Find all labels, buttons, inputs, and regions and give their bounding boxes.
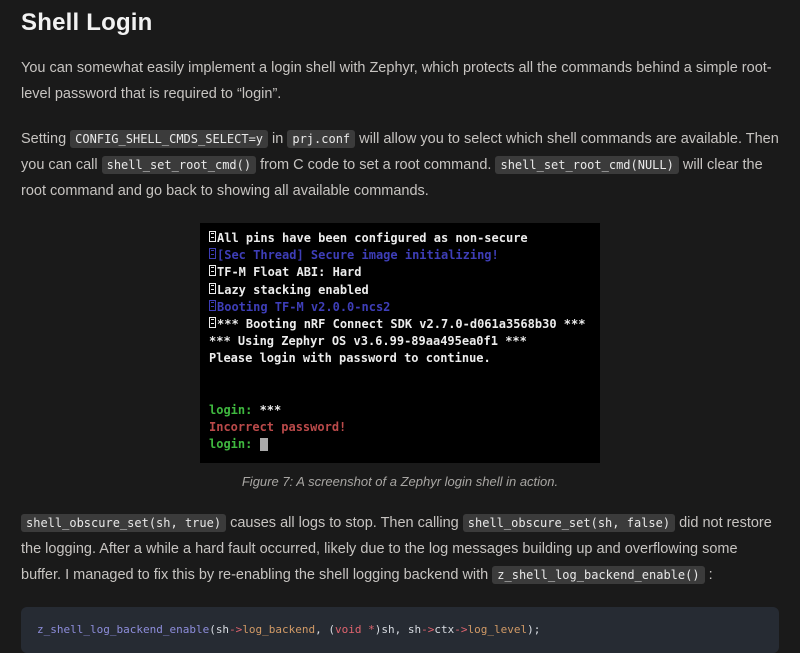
terminal-text: Lazy stacking enabled (217, 283, 369, 297)
terminal-text: Incorrect password! (209, 420, 346, 434)
terminal-line: *** Booting nRF Connect SDK v2.7.0-d061a… (209, 316, 591, 333)
terminal-line: *** Using Zephyr OS v3.6.99-89aa495ea0f1… (209, 333, 591, 350)
code-token: -> (421, 623, 434, 636)
terminal-line: TF-M Float ABI: Hard (209, 264, 591, 281)
terminal-text: login: (209, 403, 260, 417)
code-token: sh, sh (381, 623, 421, 636)
code-token: ( (209, 623, 216, 636)
code-token: ) (375, 623, 382, 636)
article-page: Shell Login You can somewhat easily impl… (0, 0, 800, 653)
terminal-text: *** Booting nRF Connect SDK v2.7.0-d061a… (217, 317, 585, 331)
inline-code: z_shell_log_backend_enable() (492, 566, 704, 584)
inline-code: shell_obscure_set(sh, false) (463, 514, 675, 532)
figure-login-shell: All pins have been configured as non-sec… (21, 223, 779, 489)
code-token: ctx (434, 623, 454, 636)
code-token: void * (335, 623, 375, 636)
inline-code: prj.conf (287, 130, 355, 148)
terminal-line: Please login with password to continue. (209, 350, 591, 367)
terminal-text: login: (209, 437, 260, 451)
terminal-screenshot: All pins have been configured as non-sec… (200, 223, 600, 463)
terminal-line: All pins have been configured as non-sec… (209, 230, 591, 247)
terminal-line (209, 368, 591, 385)
terminal-text: [Sec Thread] Secure image initializing! (217, 248, 499, 262)
terminal-text: TF-M Float ABI: Hard (217, 265, 362, 279)
code-block: z_shell_log_backend_enable(sh->log_backe… (21, 607, 779, 653)
inline-code: shell_set_root_cmd() (102, 156, 257, 174)
code-token: -> (229, 623, 242, 636)
terminal-text: Booting TF-M v2.0.0-ncs2 (217, 300, 390, 314)
missing-glyph-icon (209, 317, 216, 328)
missing-glyph-icon (209, 231, 216, 242)
paragraph-intro: You can somewhat easily implement a logi… (21, 55, 779, 107)
terminal-line: Lazy stacking enabled (209, 282, 591, 299)
terminal-line: Booting TF-M v2.0.0-ncs2 (209, 299, 591, 316)
missing-glyph-icon (209, 300, 216, 311)
terminal-cursor (260, 438, 268, 451)
missing-glyph-icon (209, 283, 216, 294)
code-token: , ( (315, 623, 335, 636)
terminal-text: *** Using Zephyr OS v3.6.99-89aa495ea0f1… (209, 334, 527, 348)
code-token: z_shell_log_backend_enable (37, 623, 209, 636)
code-token: -> (454, 623, 467, 636)
page-title: Shell Login (21, 8, 779, 38)
code-token: ); (527, 623, 540, 636)
missing-glyph-icon (209, 248, 216, 259)
terminal-line (209, 385, 591, 402)
terminal-text: *** (260, 403, 282, 417)
terminal-line: Incorrect password! (209, 419, 591, 436)
terminal-line: login: *** (209, 402, 591, 419)
code-token: sh (216, 623, 229, 636)
paragraph-obscure: shell_obscure_set(sh, true) causes all l… (21, 510, 779, 588)
code-token: log_backend (242, 623, 315, 636)
terminal-line: login: (209, 436, 591, 453)
terminal-text: All pins have been configured as non-sec… (217, 231, 528, 245)
inline-code: shell_obscure_set(sh, true) (21, 514, 226, 532)
missing-glyph-icon (209, 265, 216, 276)
inline-code: shell_set_root_cmd(NULL) (495, 156, 678, 174)
terminal-line: [Sec Thread] Secure image initializing! (209, 247, 591, 264)
figure-caption: Figure 7: A screenshot of a Zephyr login… (21, 474, 779, 489)
inline-code: CONFIG_SHELL_CMDS_SELECT=y (70, 130, 268, 148)
code-token: log_level (468, 623, 528, 636)
terminal-text: Please login with password to continue. (209, 351, 491, 365)
paragraph-config: Setting CONFIG_SHELL_CMDS_SELECT=y in pr… (21, 126, 779, 204)
